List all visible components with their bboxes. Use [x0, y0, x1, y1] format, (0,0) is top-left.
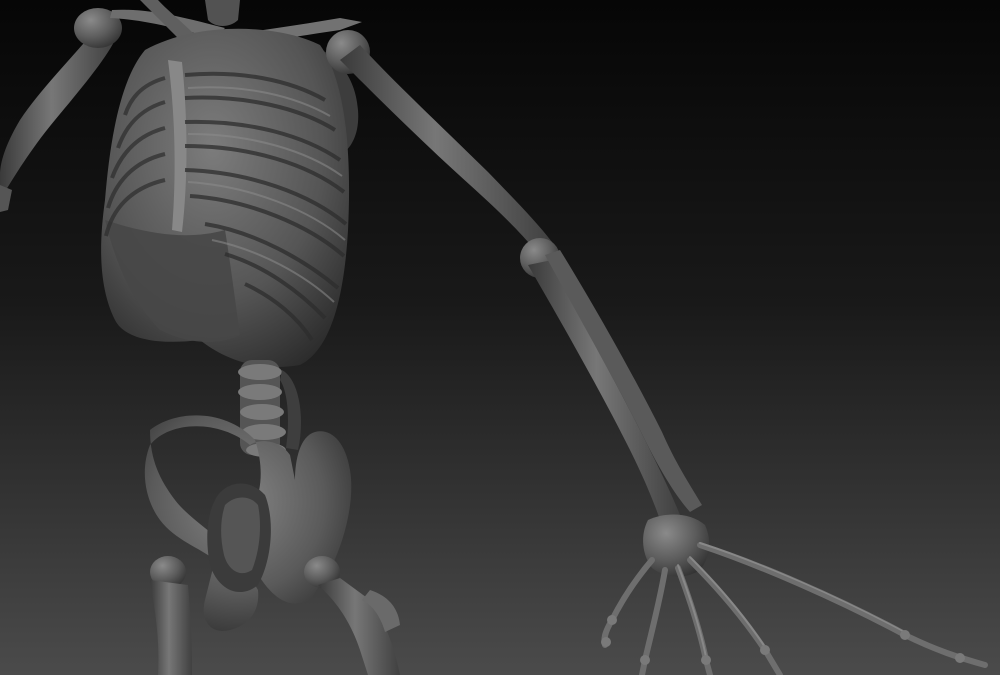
viewport[interactable] — [0, 0, 1000, 675]
skeleton-render — [0, 0, 1000, 675]
ribcage — [101, 28, 350, 368]
